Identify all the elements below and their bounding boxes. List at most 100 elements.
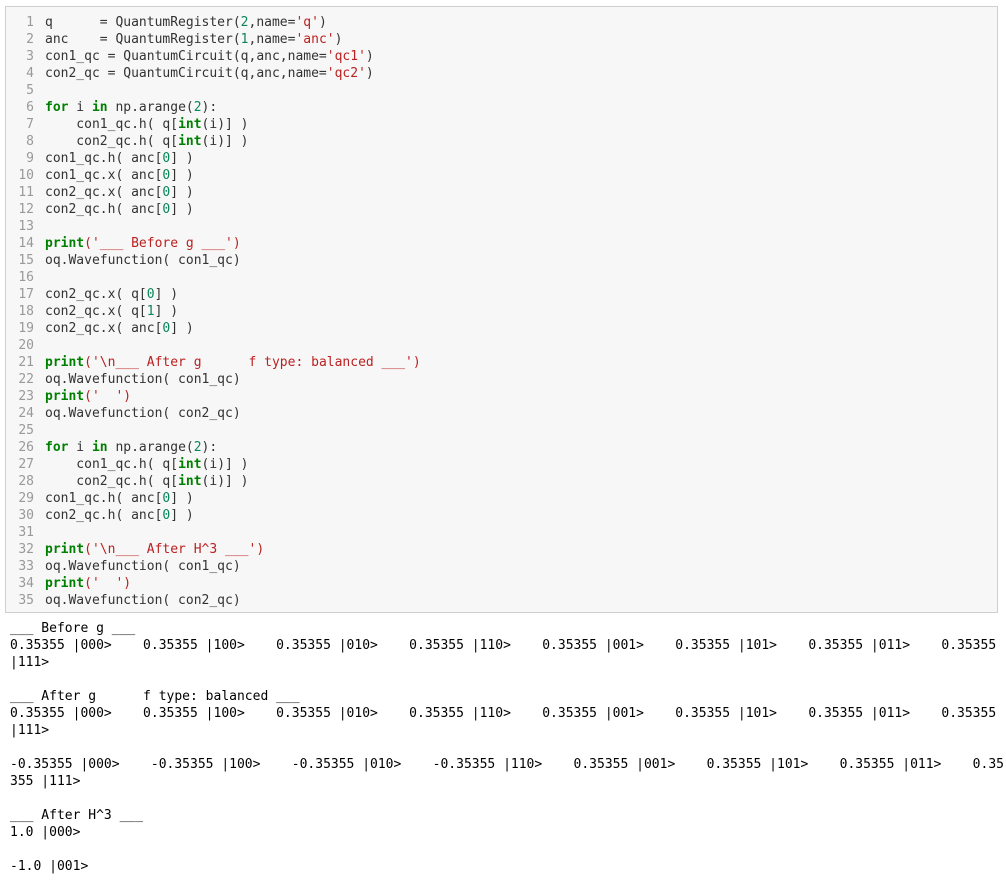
- code-token: q = QuantumRegister(: [45, 15, 241, 30]
- output-line: -1.0 |001>: [10, 859, 89, 874]
- line-number: 5: [26, 83, 34, 98]
- code-token: oq.Wavefunction( con1_qc): [45, 253, 241, 268]
- code-text: print('___ Before g ___'): [45, 235, 241, 252]
- code-token: int: [178, 134, 202, 149]
- code-token: ('___ Before g ___'): [84, 236, 241, 251]
- line-number: 21: [18, 355, 34, 370]
- code-token: oq.Wavefunction( con1_qc): [45, 372, 241, 387]
- line-number: 28: [18, 474, 34, 489]
- code-token: con1_qc.x( anc[: [45, 168, 163, 183]
- code-token: ,name=: [248, 15, 296, 30]
- code-token: ] ): [170, 321, 194, 336]
- code-token: 2: [193, 440, 202, 455]
- code-text: for i in np.arange(2):: [45, 99, 217, 116]
- code-text: con2_qc.h( q[int(i)] ): [45, 473, 249, 490]
- output-line: |111>: [10, 655, 50, 670]
- code-token: (i)] ): [201, 457, 249, 472]
- output-line: 355 |111>: [10, 774, 81, 789]
- code-token: 2: [193, 100, 202, 115]
- code-token: (' '): [84, 576, 132, 591]
- code-text: con2_qc.h( anc[0] ): [45, 507, 194, 524]
- code-text: con2_qc.h( q[int(i)] ): [45, 133, 249, 150]
- code-token: con2_qc.x( q[: [45, 287, 147, 302]
- line-number: 6: [26, 100, 34, 115]
- code-text: con1_qc.h( anc[0] ): [45, 150, 194, 167]
- code-token: 'qc1': [326, 49, 366, 64]
- code-token: ): [318, 15, 327, 30]
- code-token: ] ): [170, 508, 194, 523]
- code-text: oq.Wavefunction( con1_qc): [45, 252, 241, 269]
- code-token: ] ): [170, 168, 194, 183]
- code-token: i: [68, 100, 92, 115]
- line-number: 32: [18, 542, 34, 557]
- line-number: 11: [18, 185, 34, 200]
- code-token: con2_qc.x( anc[: [45, 185, 163, 200]
- line-number: 19: [18, 321, 34, 336]
- code-token: ): [334, 32, 343, 47]
- code-token: 2: [240, 15, 249, 30]
- code-text: con2_qc.x( anc[0] ): [45, 320, 194, 337]
- code-token: (i)] ): [201, 117, 249, 132]
- code-cell[interactable]: 1q = QuantumRegister(2,name='q') 2 anc = Q…: [5, 6, 998, 613]
- line-number: 18: [18, 304, 34, 319]
- code-token: con1_qc.h( q[: [45, 117, 179, 132]
- code-text: con2_qc.x( q[0] ): [45, 286, 178, 303]
- code-token: con2_qc.x( anc[: [45, 321, 163, 336]
- code-token: print: [45, 576, 85, 591]
- code-token: con2_qc.h( anc[: [45, 508, 163, 523]
- code-token: oq.Wavefunction( con1_qc): [45, 559, 241, 574]
- code-token: in: [91, 100, 108, 115]
- code-text: con2_qc = QuantumCircuit(q,anc,name='qc2…: [45, 65, 374, 82]
- line-number: 14: [18, 236, 34, 251]
- code-token: oq.Wavefunction( con2_qc): [45, 406, 241, 421]
- line-number: 1: [26, 15, 34, 30]
- output-line: ___ After g f type: balanced ___: [10, 689, 300, 704]
- code-token: ] ): [170, 151, 194, 166]
- code-token: (' '): [84, 389, 132, 404]
- line-number: 15: [18, 253, 34, 268]
- line-number: 25: [18, 423, 34, 438]
- code-token: con2_qc.h( q[: [45, 134, 179, 149]
- code-text: oq.Wavefunction( con2_qc): [45, 405, 241, 422]
- output-line: 1.0 |000>: [10, 825, 81, 840]
- output-line: -0.35355 |000> -0.35355 |100> -0.35355 |…: [10, 757, 1004, 772]
- code-text: con1_qc.h( q[int(i)] ): [45, 456, 249, 473]
- code-token: ] ): [170, 202, 194, 217]
- code-token: in: [91, 440, 108, 455]
- output-line: ___ After H^3 ___: [10, 808, 144, 823]
- code-token: int: [178, 474, 202, 489]
- code-token: print: [45, 542, 85, 557]
- code-token: print: [45, 355, 85, 370]
- code-token: con2_qc.h( anc[: [45, 202, 163, 217]
- code-token: np.arange(: [107, 440, 194, 455]
- code-token: 1: [240, 32, 249, 47]
- code-text: oq.Wavefunction( con2_qc): [45, 592, 241, 609]
- code-token: 'anc': [295, 32, 335, 47]
- code-text: print('\n___ After H^3 ___'): [45, 541, 264, 558]
- code-text: q = QuantumRegister(2,name='q'): [45, 14, 327, 31]
- code-text: con2_qc.h( anc[0] ): [45, 201, 194, 218]
- code-text: print(' '): [45, 575, 131, 592]
- code-token: oq.Wavefunction( con2_qc): [45, 593, 241, 608]
- output-line: 0.35355 |000> 0.35355 |100> 0.35355 |010…: [10, 706, 997, 721]
- code-token: con2_qc.x( q[: [45, 304, 147, 319]
- code-text: print(' '): [45, 388, 131, 405]
- line-number: 27: [18, 457, 34, 472]
- line-number: 20: [18, 338, 34, 353]
- output-line: ___ Before g ___: [10, 621, 136, 636]
- line-number: 4: [26, 66, 34, 81]
- code-token: ] ): [170, 491, 194, 506]
- line-number: 35: [18, 593, 34, 608]
- code-token: ] ): [154, 287, 179, 302]
- line-number: 3: [26, 49, 34, 64]
- code-token: con1_qc = QuantumCircuit(q,anc,name=: [45, 49, 327, 64]
- line-number: 9: [26, 151, 34, 166]
- code-token: (i)] ): [201, 474, 249, 489]
- line-number: 24: [18, 406, 34, 421]
- line-number: 10: [18, 168, 34, 183]
- code-text: con2_qc.x( anc[0] ): [45, 184, 194, 201]
- code-token: (i)] ): [201, 134, 249, 149]
- line-number: 26: [18, 440, 34, 455]
- code-text: anc = QuantumRegister(1,name='anc'): [45, 31, 342, 48]
- code-token: ): [365, 49, 374, 64]
